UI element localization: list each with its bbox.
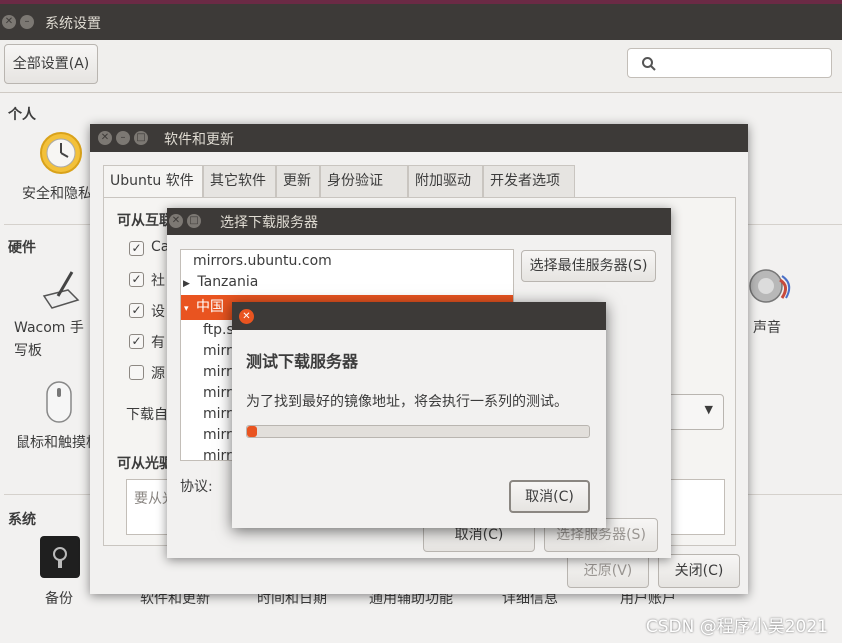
progress-fill — [247, 426, 258, 437]
select-best-server-button[interactable]: 选择最佳服务器(S) — [521, 250, 656, 282]
tree-row[interactable]: mirrors.ubuntu.com — [193, 251, 332, 272]
safe-icon — [40, 536, 80, 578]
tree-row-label: mirr — [203, 406, 232, 422]
security-label: 安全和隐私 — [22, 186, 92, 202]
minimize-icon[interactable]: – — [20, 15, 34, 29]
sound-label: 声音 — [753, 320, 781, 336]
download-from-label: 下载自 — [126, 407, 168, 423]
tree-row-label: ftp.s — [203, 322, 234, 338]
test-dialog-titlebar: ✕ — [232, 302, 606, 330]
tab-developer-options[interactable]: 开发者选项 — [483, 165, 575, 197]
settings-window-title: 系统设置 — [45, 16, 101, 32]
checkbox[interactable] — [129, 365, 144, 380]
tree-row[interactable]: ftp.s — [203, 320, 234, 341]
mouse-icon — [46, 381, 72, 423]
section-personal: 个人 — [8, 107, 36, 123]
backup-label: 备份 — [45, 591, 73, 607]
checkbox-label: 设 — [151, 304, 165, 320]
minimize-icon[interactable]: – — [116, 131, 130, 145]
software-updates-title: 软件和更新 — [164, 132, 234, 148]
section-system: 系统 — [8, 512, 36, 528]
wacom-label: Wacom 手写板 — [14, 320, 84, 359]
watermark: CSDN @程序小吴2021 — [645, 617, 828, 637]
tree-row[interactable]: mirr — [203, 341, 232, 362]
tree-row-label: mirr — [203, 343, 232, 359]
checkbox[interactable]: ✓ — [129, 303, 144, 318]
search-icon — [642, 57, 656, 71]
software-updates-titlebar: ✕ – □ 软件和更新 — [90, 124, 748, 152]
sound-item[interactable]: 声音 — [740, 266, 800, 341]
tablet-pen-icon — [42, 271, 80, 309]
test-dialog-message: 为了找到最好的镜像地址，将会执行一系列的测试。 — [246, 394, 568, 410]
backup-item[interactable]: 备份 — [36, 532, 86, 607]
close-button[interactable]: 关闭(C) — [658, 554, 740, 588]
tree-row[interactable]: mirr — [203, 404, 232, 425]
tree-row[interactable]: mirr — [203, 383, 232, 404]
test-cancel-button[interactable]: 取消(C) — [509, 480, 590, 513]
tab-authentication[interactable]: 身份验证 — [320, 165, 408, 197]
close-icon[interactable]: ✕ — [98, 131, 112, 145]
checkbox-label: 有 — [151, 335, 165, 351]
wacom-item[interactable]: Wacom 手写板 — [12, 266, 92, 361]
tab-updates[interactable]: 更新 — [276, 165, 320, 197]
search-input[interactable] — [627, 48, 832, 78]
protocol-label: 协议: — [180, 479, 213, 495]
tree-row[interactable]: mirr — [203, 362, 232, 383]
expander-down-icon: ▾ — [184, 304, 189, 314]
tab-bar: Ubuntu 软件 其它软件 更新 身份验证 附加驱动 开发者选项 — [103, 165, 575, 198]
mouse-item[interactable]: 鼠标和触摸板 — [14, 380, 100, 455]
close-icon[interactable]: ✕ — [2, 15, 16, 29]
settings-titlebar: ✕ – 系统设置 — [0, 4, 842, 40]
expander-right-icon: ▶ — [183, 279, 190, 289]
checkbox[interactable]: ✓ — [129, 241, 144, 256]
checkbox-label: 源 — [151, 366, 165, 382]
tree-row-label: mirrors.ubuntu.com — [193, 253, 332, 269]
checkbox-label: 社 — [151, 273, 165, 289]
tab-ubuntu-software[interactable]: Ubuntu 软件 — [103, 165, 203, 198]
maximize-icon[interactable]: □ — [134, 131, 148, 145]
tree-row[interactable]: ▶ Tanzania — [183, 272, 258, 293]
close-icon[interactable]: ✕ — [239, 309, 254, 324]
chevron-down-icon: ▼ — [704, 403, 713, 416]
close-icon[interactable]: ✕ — [169, 214, 183, 228]
mirror-dialog-title: 选择下载服务器 — [220, 215, 318, 231]
tree-row-label: mirr — [203, 364, 232, 380]
tree-row-label: mirr — [203, 385, 232, 401]
tree-row[interactable]: mirr — [203, 425, 232, 446]
checkbox[interactable]: ✓ — [129, 272, 144, 287]
test-dialog: ✕ 测试下载服务器 为了找到最好的镜像地址，将会执行一系列的测试。 取消(C) — [232, 302, 606, 528]
progress-bar — [246, 425, 590, 438]
section-hardware: 硬件 — [8, 240, 36, 256]
settings-toolbar: 全部设置(A) — [0, 40, 842, 93]
tree-row-label: mirr — [203, 448, 232, 461]
tree-row[interactable]: mirr — [203, 446, 232, 461]
maximize-icon[interactable]: □ — [187, 214, 201, 228]
speaker-icon — [749, 269, 791, 303]
tab-additional-drivers[interactable]: 附加驱动 — [408, 165, 483, 197]
all-settings-button[interactable]: 全部设置(A) — [4, 44, 98, 84]
mirror-dialog-titlebar: ✕ □ 选择下载服务器 — [167, 208, 671, 235]
checkbox[interactable]: ✓ — [129, 334, 144, 349]
test-dialog-heading: 测试下载服务器 — [246, 352, 359, 371]
tab-other-software[interactable]: 其它软件 — [203, 165, 276, 197]
tree-row-label: mirr — [203, 427, 232, 443]
revert-button[interactable]: 还原(V) — [567, 554, 649, 588]
tree-row-label: Tanzania — [197, 274, 259, 290]
clock-icon — [40, 132, 82, 174]
tree-row-label: 中国 — [195, 299, 224, 315]
mouse-label: 鼠标和触摸板 — [16, 435, 100, 451]
